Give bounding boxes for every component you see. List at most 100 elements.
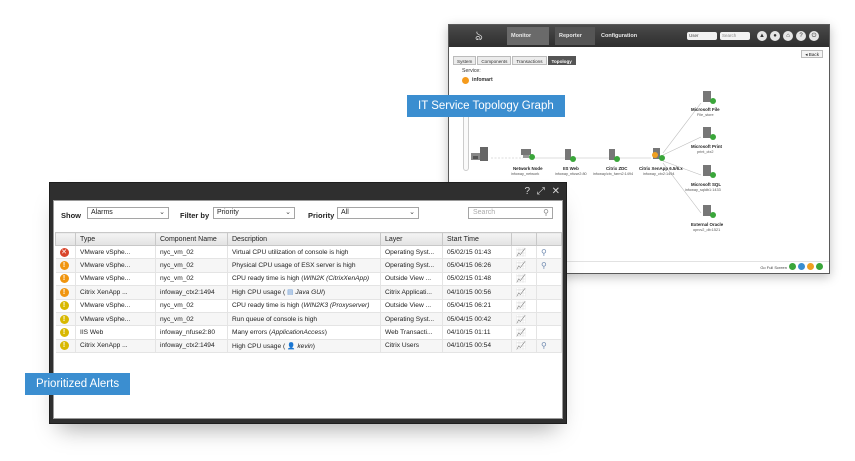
node-sub: infoway_nfuse2:80 [555, 172, 587, 176]
layer-cell: Outside View ... [380, 272, 443, 287]
layer-cell: Outside View ... [380, 299, 443, 313]
graph-icon[interactable]: 📈 [516, 248, 526, 257]
component-cell[interactable]: nyc_vm_02 [155, 258, 228, 273]
node-label: External Oracle [691, 222, 724, 227]
search-icon[interactable]: ⚲ [543, 208, 549, 218]
type-cell[interactable]: VMware vSphe... [75, 245, 156, 260]
major-alert-icon: ! [59, 261, 69, 271]
graph-cell: 📈 [511, 285, 537, 300]
graph-icon[interactable]: 📈 [516, 315, 526, 324]
magnifier-icon[interactable]: ⚲ [541, 261, 547, 270]
severity-cell: ! [55, 299, 76, 313]
component-cell[interactable]: nyc_vm_02 [155, 245, 228, 260]
detail-cell [536, 285, 562, 300]
callout-topology: IT Service Topology Graph [407, 95, 565, 117]
node-citrix-xenapp: Citrix XenApp 6.5/6.x infoway_ctx2:1494 [639, 148, 683, 176]
description-detail: WIN2K (CitrixXenApp) [303, 275, 370, 283]
graph-icon[interactable]: 📈 [516, 328, 526, 337]
node-iis-web: IIS Web infoway_nfuse2:80 [555, 149, 587, 176]
col-layer[interactable]: Layer [380, 232, 443, 246]
table-row[interactable]: ! Citrix XenApp ... infoway_ctx2:1494 High … [55, 285, 562, 300]
type-cell[interactable]: VMware vSphe... [75, 299, 156, 313]
start-time-cell: 05/04/15 00:42 [442, 312, 512, 327]
node-label: Citrix ZDC [606, 166, 628, 171]
status-ok-icon[interactable] [789, 263, 796, 270]
graph-icon[interactable]: 📈 [516, 301, 526, 310]
col-description[interactable]: Description [227, 232, 381, 246]
show-select[interactable]: Alarms ⌄ [87, 207, 169, 219]
help-icon[interactable]: ? [524, 185, 530, 199]
node-ms-sql: Microsoft SQL infoway_sqldb1:1433 [685, 165, 721, 192]
type-cell[interactable]: Citrix XenApp ... [75, 339, 156, 354]
filter-by-select[interactable]: Priority ⌄ [213, 207, 295, 219]
graph-cell: 📈 [511, 258, 537, 273]
table-row[interactable]: ! IIS Web infoway_nfuse2:80 Many errors (Ap… [55, 325, 562, 340]
major-alert-icon: ! [59, 287, 69, 297]
node-label: Microsoft Print [691, 144, 723, 149]
description-cell[interactable]: High CPU usage (▤ Java GUI) [227, 285, 381, 300]
expand-icon[interactable]: ⤢ [537, 185, 545, 199]
status-ok2-icon[interactable] [816, 263, 823, 270]
table-row[interactable]: ! VMware vSphe... nyc_vm_02 Physical CPU us… [55, 258, 562, 273]
component-cell[interactable]: infoway_ctx2:1494 [155, 339, 228, 354]
description-close: ) [324, 329, 327, 337]
type-cell[interactable]: VMware vSphe... [75, 272, 156, 287]
priority-label: Priority [308, 211, 335, 220]
close-icon[interactable]: ✕ [552, 185, 560, 199]
minor-alert-icon: ! [59, 301, 69, 311]
col-start-time[interactable]: Start Time [442, 232, 512, 246]
table-row[interactable]: ! Citrix XenApp ... infoway_ctx2:1494 High … [55, 339, 562, 354]
table-row[interactable]: ✕ VMware vSphe... nyc_vm_02 Virtual CPU uti… [55, 245, 562, 260]
graph-icon[interactable]: 📈 [516, 274, 526, 283]
show-label: Show [61, 211, 81, 220]
node-sub: File_store [697, 113, 714, 117]
table-row[interactable]: ! VMware vSphe... nyc_vm_02 Run queue of co… [55, 312, 562, 327]
status-info-icon[interactable] [798, 263, 805, 270]
detail-cell [536, 272, 562, 287]
graph-icon[interactable]: 📈 [516, 341, 526, 350]
component-cell[interactable]: nyc_vm_02 [155, 312, 228, 327]
node-label: Network Node [513, 166, 543, 171]
col-type[interactable]: Type [75, 232, 156, 246]
detail-cell: ⚲ [536, 258, 562, 273]
component-cell[interactable]: nyc_vm_02 [155, 272, 228, 287]
layer-cell: Operating Syst... [380, 258, 443, 273]
magnifier-icon[interactable]: ⚲ [541, 341, 547, 350]
type-cell[interactable]: Citrix XenApp ... [75, 285, 156, 300]
type-cell[interactable]: VMware vSphe... [75, 258, 156, 273]
severity-cell: ! [55, 272, 76, 287]
table-row[interactable]: ! VMware vSphe... nyc_vm_02 CPU ready time … [55, 272, 562, 287]
description-cell[interactable]: CPU ready time is high (WIN2K3 (Proxyser… [227, 299, 381, 313]
description-cell[interactable]: High CPU usage (👤 kevin) [227, 339, 381, 354]
node-sub: print_ctx2 [697, 150, 713, 154]
description-cell[interactable]: Many errors (ApplicationAccess) [227, 325, 381, 340]
description-cell[interactable]: Virtual CPU utilization of console is hi… [227, 245, 381, 260]
table-header-row: Type Component Name Description Layer St… [55, 232, 562, 246]
full-screen-label[interactable]: Go Full Screen [760, 265, 787, 270]
graph-cell: 📈 [511, 312, 537, 327]
description-text: Virtual CPU utilization of console is hi… [232, 248, 349, 256]
type-cell[interactable]: IIS Web [75, 325, 156, 340]
table-row[interactable]: ! VMware vSphe... nyc_vm_02 CPU ready time … [55, 299, 562, 313]
application-icon: ▤ [287, 289, 294, 297]
critical-alert-icon: ✕ [59, 247, 69, 257]
component-cell[interactable]: nyc_vm_02 [155, 299, 228, 313]
description-cell[interactable]: CPU ready time is high (WIN2K (CitrixXen… [227, 272, 381, 287]
filter-by-label: Filter by [180, 211, 210, 220]
status-warn-icon[interactable] [807, 263, 814, 270]
priority-select[interactable]: All ⌄ [337, 207, 419, 219]
description-cell[interactable]: Physical CPU usage of ESX server is high [227, 258, 381, 273]
component-cell[interactable]: infoway_nfuse2:80 [155, 325, 228, 340]
component-cell[interactable]: infoway_ctx2:1494 [155, 285, 228, 300]
layer-cell: Citrix Users [380, 339, 443, 354]
severity-cell: ! [55, 285, 76, 300]
start-time-cell: 05/04/15 06:26 [442, 258, 512, 273]
alerts-search-input[interactable]: Search ⚲ [468, 207, 553, 219]
detail-cell: ⚲ [536, 245, 562, 260]
graph-icon[interactable]: 📈 [516, 288, 526, 297]
description-cell[interactable]: Run queue of console is high [227, 312, 381, 327]
magnifier-icon[interactable]: ⚲ [541, 248, 547, 257]
graph-icon[interactable]: 📈 [516, 261, 526, 270]
col-component[interactable]: Component Name [155, 232, 228, 246]
type-cell[interactable]: VMware vSphe... [75, 312, 156, 327]
